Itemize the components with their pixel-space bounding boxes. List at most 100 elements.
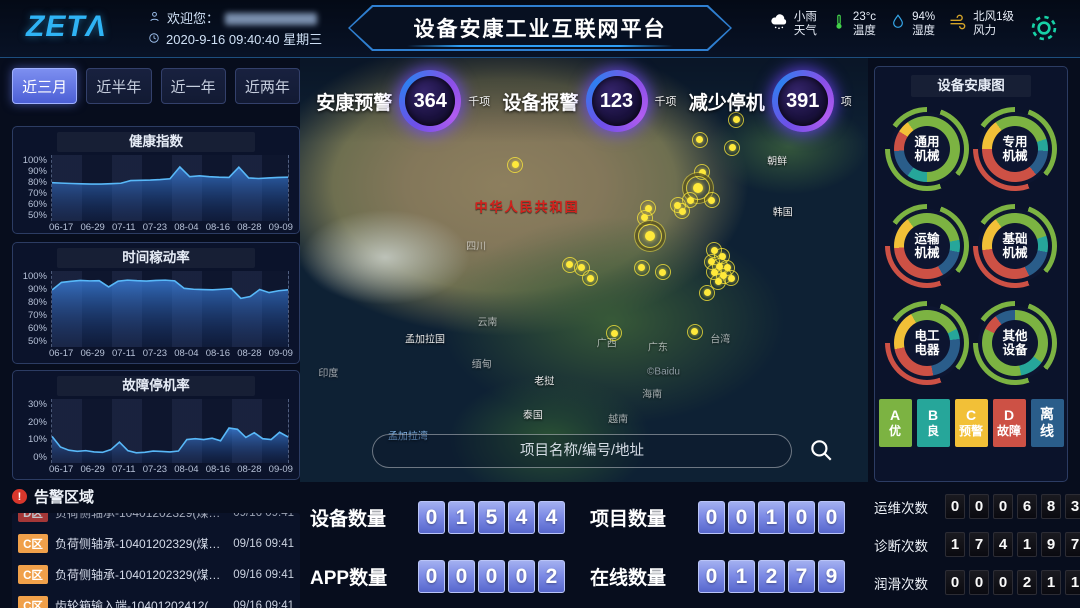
filter-2-years[interactable]: 近两年 xyxy=(235,68,300,104)
filter-3-months[interactable]: 近三月 xyxy=(12,68,77,104)
map-label: 韩国 xyxy=(773,203,793,218)
digit-box: 9 xyxy=(818,560,845,593)
device-health-panel-title: 设备安康图 xyxy=(911,75,1031,97)
legend-离线: 离线 xyxy=(1031,399,1064,447)
weather-item: 小雨天气 xyxy=(769,10,817,38)
dashboard-root: ZETΛ 欢迎您： 2020-9-16 09:40:40 星期三 设备安康工业互… xyxy=(0,0,1080,608)
digit-box: 4 xyxy=(508,501,535,534)
alert-text: 负荷侧轴承-10401202329(煤气引风机电... xyxy=(55,513,226,521)
kpi-row: 安康预警364千项设备报警123千项减少停机391项 xyxy=(300,70,868,132)
gauge-label: 运输机械 xyxy=(914,232,939,260)
alert-list-item[interactable]: C区负荷侧轴承-10401202329(煤气引风机电...09/16 09:41 xyxy=(12,528,300,559)
alert-zone-badge: C区 xyxy=(18,534,48,553)
project-search-input[interactable] xyxy=(373,435,791,467)
digit-box: 0 xyxy=(993,570,1013,595)
map-label: 台湾 xyxy=(710,330,730,345)
digit-box: 1 xyxy=(758,501,785,534)
project-marker[interactable] xyxy=(507,157,523,173)
digit-box: 1 xyxy=(1041,570,1061,595)
project-search-bar[interactable] xyxy=(372,434,792,468)
project-marker[interactable] xyxy=(634,260,650,276)
side-counter-润滑次数: 润滑次数000211 xyxy=(874,570,1074,595)
chart-x-axis: 06-1706-2907-1107-2308-0408-1608-2809-09 xyxy=(13,463,299,479)
gauge-电工电器: 电工电器 xyxy=(885,301,969,385)
filter-6-months[interactable]: 近半年 xyxy=(86,68,151,104)
project-marker[interactable] xyxy=(582,270,598,286)
side-counters: 运维次数000683诊断次数174197润滑次数000211 xyxy=(874,494,1074,595)
counter-label: APP数量 xyxy=(310,563,406,590)
project-marker[interactable] xyxy=(699,285,715,301)
alert-zone-badge: D区 xyxy=(18,513,48,522)
side-counter-digits: 174197 xyxy=(945,532,1080,557)
digit-box: 0 xyxy=(818,501,845,534)
digit-box: 0 xyxy=(945,570,965,595)
project-marker[interactable] xyxy=(638,224,662,248)
chart-title: 故障停机率 xyxy=(57,376,255,396)
project-marker[interactable] xyxy=(674,203,690,219)
alert-exclamation-icon: ! xyxy=(12,489,27,504)
username-redacted xyxy=(225,13,317,25)
digit-box: 1 xyxy=(945,532,965,557)
alert-list-item[interactable]: D区负荷侧轴承-10401202329(煤气引风机电...09/16 09:41 xyxy=(12,513,300,528)
chart-panel-health-index: 健康指数100%90%80%70%60%50%06-1706-2907-1107… xyxy=(12,126,300,234)
filter-1-year[interactable]: 近一年 xyxy=(161,68,226,104)
gauge-基础机械: 基础机械 xyxy=(973,204,1057,288)
digit-box: 4 xyxy=(538,501,565,534)
chart-body: 100%90%80%70%60%50% xyxy=(13,153,299,221)
welcome-label: 欢迎您： xyxy=(167,8,219,29)
gauge-label: 其他设备 xyxy=(1002,329,1027,357)
map-label: 越南 xyxy=(608,411,628,426)
digit-box: 0 xyxy=(418,560,445,593)
counter-项目数量: 项目数量00100 xyxy=(590,501,870,534)
kpi-label: 设备报警 xyxy=(502,88,578,115)
settings-gear-icon[interactable] xyxy=(1028,12,1060,49)
alert-text: 齿轮箱输入端-10401202412(2#（2V）... xyxy=(55,597,226,608)
gauge-专用机械: 专用机械 xyxy=(973,107,1057,191)
project-marker[interactable] xyxy=(655,264,671,280)
digit-box: 1 xyxy=(1065,570,1080,595)
map-label: 印度 xyxy=(318,364,338,379)
project-marker[interactable] xyxy=(724,140,740,156)
digit-box: 7 xyxy=(788,560,815,593)
health-legend: A优B良C预警D故障离线 xyxy=(875,399,1067,447)
map-label: 孟加拉国 xyxy=(405,330,445,345)
weather-item: 23°c温度 xyxy=(830,10,876,38)
kpi-ring: 123 xyxy=(586,70,648,132)
map-label: 云南 xyxy=(477,313,497,328)
map-label: 朝鲜 xyxy=(767,152,787,167)
legend-预警: C预警 xyxy=(955,399,988,447)
chart-plot-area xyxy=(51,271,289,347)
counter-digits: 00002 xyxy=(418,560,565,593)
digit-box: 8 xyxy=(1041,494,1061,519)
alert-text: 负荷侧轴承-10401202329(煤气引风机电... xyxy=(55,535,226,552)
kpi-value: 364 xyxy=(405,76,455,126)
counter-label: 设备数量 xyxy=(310,504,406,531)
project-marker[interactable] xyxy=(606,325,622,341)
gauge-通用机械: 通用机械 xyxy=(885,107,969,191)
map-label: 老挝 xyxy=(534,373,554,388)
gauge-label: 专用机械 xyxy=(1002,135,1027,163)
chart-title: 健康指数 xyxy=(57,132,255,152)
gauge-label: 电工电器 xyxy=(914,329,939,357)
alert-list-item[interactable]: C区齿轮箱输入端-10401202412(2#（2V）...09/16 09:4… xyxy=(12,590,300,608)
digit-box: 0 xyxy=(478,560,505,593)
china-map[interactable]: 中华人民共和国朝鲜韩国印度孟加拉国缅甸老挝泰国越南海南台湾四川云南广西广东孟加拉… xyxy=(300,58,868,482)
chart-panel-time-operation-rate: 时间稼动率100%90%80%70%60%50%06-1706-2907-110… xyxy=(12,242,300,364)
kpi-label: 减少停机 xyxy=(689,88,765,115)
kpi-unit: 千项 xyxy=(468,93,490,109)
alert-time: 09/16 09:41 xyxy=(233,600,294,608)
gauge-grid: 通用机械 专用机械运输机械 基础机械电工电器 其他设备 xyxy=(875,99,1067,385)
project-marker[interactable] xyxy=(692,132,708,148)
digit-box: 2 xyxy=(758,560,785,593)
project-marker[interactable] xyxy=(704,192,720,208)
side-counter-digits: 000683 xyxy=(945,494,1080,519)
digit-box: 7 xyxy=(969,532,989,557)
search-icon[interactable] xyxy=(808,437,834,468)
alert-list-item[interactable]: C区负荷侧轴承-10401202329(煤气引风机电...09/16 09:41 xyxy=(12,559,300,590)
humidity-drop-icon xyxy=(889,13,907,36)
digit-box: 7 xyxy=(1065,532,1080,557)
digit-box: 0 xyxy=(508,560,535,593)
project-marker[interactable] xyxy=(687,324,703,340)
alert-area-label: 告警区域 xyxy=(34,486,94,507)
device-health-panel: 设备安康图 通用机械 专用机械运输机械 基础机械电工电器 其他设备 A优B良C预警D故… xyxy=(874,66,1068,482)
